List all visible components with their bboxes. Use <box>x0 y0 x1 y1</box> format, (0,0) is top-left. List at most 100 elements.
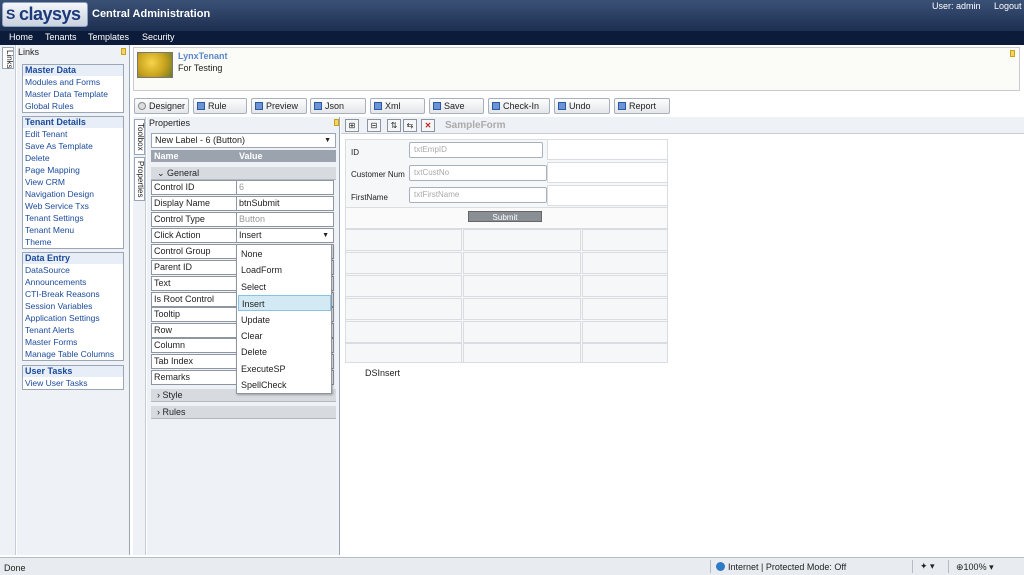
grid-cell[interactable] <box>463 298 581 320</box>
link-delete[interactable]: Delete <box>23 152 123 164</box>
nav-home[interactable]: Home <box>9 32 33 42</box>
grid-cell[interactable] <box>582 252 668 274</box>
insert-column-icon[interactable]: ⇆ <box>403 119 417 132</box>
grid-cell[interactable] <box>345 298 462 320</box>
link-tenant-menu[interactable]: Tenant Menu <box>23 224 123 236</box>
logo-mark-icon: S <box>6 6 16 22</box>
link-application-settings[interactable]: Application Settings <box>23 312 123 324</box>
option-delete[interactable]: Delete <box>238 344 331 360</box>
option-clear[interactable]: Clear <box>238 328 331 344</box>
option-spellcheck[interactable]: SpellCheck <box>238 377 331 393</box>
link-cti-break-reasons[interactable]: CTI-Break Reasons <box>23 288 123 300</box>
grid-cell[interactable] <box>582 321 668 343</box>
section-general[interactable]: ⌄ General <box>151 167 336 180</box>
grid-cell[interactable] <box>463 252 581 274</box>
tab-properties[interactable]: Properties <box>134 157 145 201</box>
firstname-input[interactable]: txtFirstName <box>409 187 547 203</box>
xml-button-label: Xml <box>385 101 401 111</box>
grid-cell[interactable] <box>345 321 462 343</box>
rule-button[interactable]: Rule <box>193 98 247 114</box>
grid-cell[interactable] <box>463 275 581 297</box>
link-view-crm[interactable]: View CRM <box>23 176 123 188</box>
option-loadform[interactable]: LoadForm <box>238 262 331 278</box>
zoom-control[interactable]: ⊕100% ▾ <box>956 562 994 573</box>
tab-toolbox[interactable]: Toolbox <box>134 119 145 155</box>
property-name: Tooltip <box>151 307 236 322</box>
id-input[interactable]: txtEmpID <box>409 142 543 158</box>
grid-cell[interactable] <box>345 343 462 363</box>
globe-icon <box>716 562 725 571</box>
links-side-tabstrip: Links <box>0 45 16 555</box>
property-row: Click Action Insert ▼ <box>151 228 336 243</box>
undo-button[interactable]: Undo <box>554 98 610 114</box>
xml-button[interactable]: Xml <box>370 98 425 114</box>
property-value: 6 <box>236 180 334 195</box>
delete-icon[interactable]: ✕ <box>421 119 435 132</box>
link-theme[interactable]: Theme <box>23 236 123 248</box>
section-rules-label: Rules <box>162 407 186 417</box>
link-tenant-settings[interactable]: Tenant Settings <box>23 212 123 224</box>
grid-cell[interactable] <box>345 252 462 274</box>
grid-cell[interactable] <box>463 343 581 363</box>
link-tenant-alerts[interactable]: Tenant Alerts <box>23 324 123 336</box>
preview-button[interactable]: Preview <box>251 98 307 114</box>
link-announcements[interactable]: Announcements <box>23 276 123 288</box>
tab-links[interactable]: Links <box>2 47 14 69</box>
link-web-service-txs[interactable]: Web Service Txs <box>23 200 123 212</box>
group-title: Tenant Details <box>23 117 123 128</box>
option-executesp[interactable]: ExecuteSP <box>238 361 331 377</box>
nav-tenants[interactable]: Tenants <box>45 32 77 42</box>
grid-cell[interactable] <box>582 298 668 320</box>
grid-cell[interactable] <box>463 229 581 251</box>
grid-cell[interactable] <box>345 275 462 297</box>
grid-cell[interactable] <box>547 162 668 183</box>
protected-mode-icon[interactable]: ✦ ▾ <box>920 561 935 572</box>
grid-cell[interactable] <box>345 229 462 251</box>
link-navigation-design[interactable]: Navigation Design <box>23 188 123 200</box>
check-in-button[interactable]: Check-In <box>488 98 550 114</box>
link-datasource[interactable]: DataSource <box>23 264 123 276</box>
grid-cell[interactable] <box>582 275 668 297</box>
grid-cell[interactable] <box>463 321 581 343</box>
link-modules-and-forms[interactable]: Modules and Forms <box>23 76 123 88</box>
report-button[interactable]: Report <box>614 98 670 114</box>
grid-cell[interactable] <box>547 139 668 160</box>
designer-button[interactable]: Designer <box>134 98 189 114</box>
nav-templates[interactable]: Templates <box>88 32 129 42</box>
tab-links-label: Links <box>5 50 14 69</box>
user-label: User: admin <box>932 1 981 11</box>
link-view-user-tasks[interactable]: View User Tasks <box>23 377 123 389</box>
nav-security[interactable]: Security <box>142 32 175 42</box>
logout-link[interactable]: Logout <box>994 1 1022 11</box>
submit-button[interactable]: Submit <box>468 211 542 222</box>
add-row-icon[interactable]: ⊞ <box>345 119 359 132</box>
pin-icon[interactable] <box>334 119 339 126</box>
insert-row-icon[interactable]: ⇅ <box>387 119 401 132</box>
control-select[interactable]: New Label - 6 (Button) ▼ <box>151 133 336 148</box>
link-edit-tenant[interactable]: Edit Tenant <box>23 128 123 140</box>
add-column-icon[interactable]: ⊟ <box>367 119 381 132</box>
grid-cell[interactable] <box>547 185 668 206</box>
customer-num-input[interactable]: txtCustNo <box>409 165 547 181</box>
link-session-variables[interactable]: Session Variables <box>23 300 123 312</box>
link-save-as-template[interactable]: Save As Template <box>23 140 123 152</box>
link-master-forms[interactable]: Master Forms <box>23 336 123 348</box>
grid-cell[interactable] <box>582 343 668 363</box>
option-update[interactable]: Update <box>238 312 331 328</box>
pin-icon[interactable] <box>1010 50 1015 57</box>
link-manage-table-columns[interactable]: Manage Table Columns <box>23 348 123 360</box>
grid-cell[interactable] <box>582 229 668 251</box>
link-page-mapping[interactable]: Page Mapping <box>23 164 123 176</box>
property-value[interactable]: btnSubmit <box>236 196 334 211</box>
json-button[interactable]: Json <box>310 98 366 114</box>
security-zone[interactable]: Internet | Protected Mode: Off <box>716 562 846 572</box>
link-master-data-template[interactable]: Master Data Template <box>23 88 123 100</box>
link-global-rules[interactable]: Global Rules <box>23 100 123 112</box>
section-rules[interactable]: › Rules <box>151 406 336 419</box>
click-action-select[interactable]: Insert ▼ <box>236 228 334 243</box>
save-button[interactable]: Save <box>429 98 484 114</box>
pin-icon[interactable] <box>121 48 126 55</box>
option-select[interactable]: Select <box>238 279 331 295</box>
option-none[interactable]: None <box>238 246 331 262</box>
option-insert[interactable]: Insert <box>238 295 331 311</box>
